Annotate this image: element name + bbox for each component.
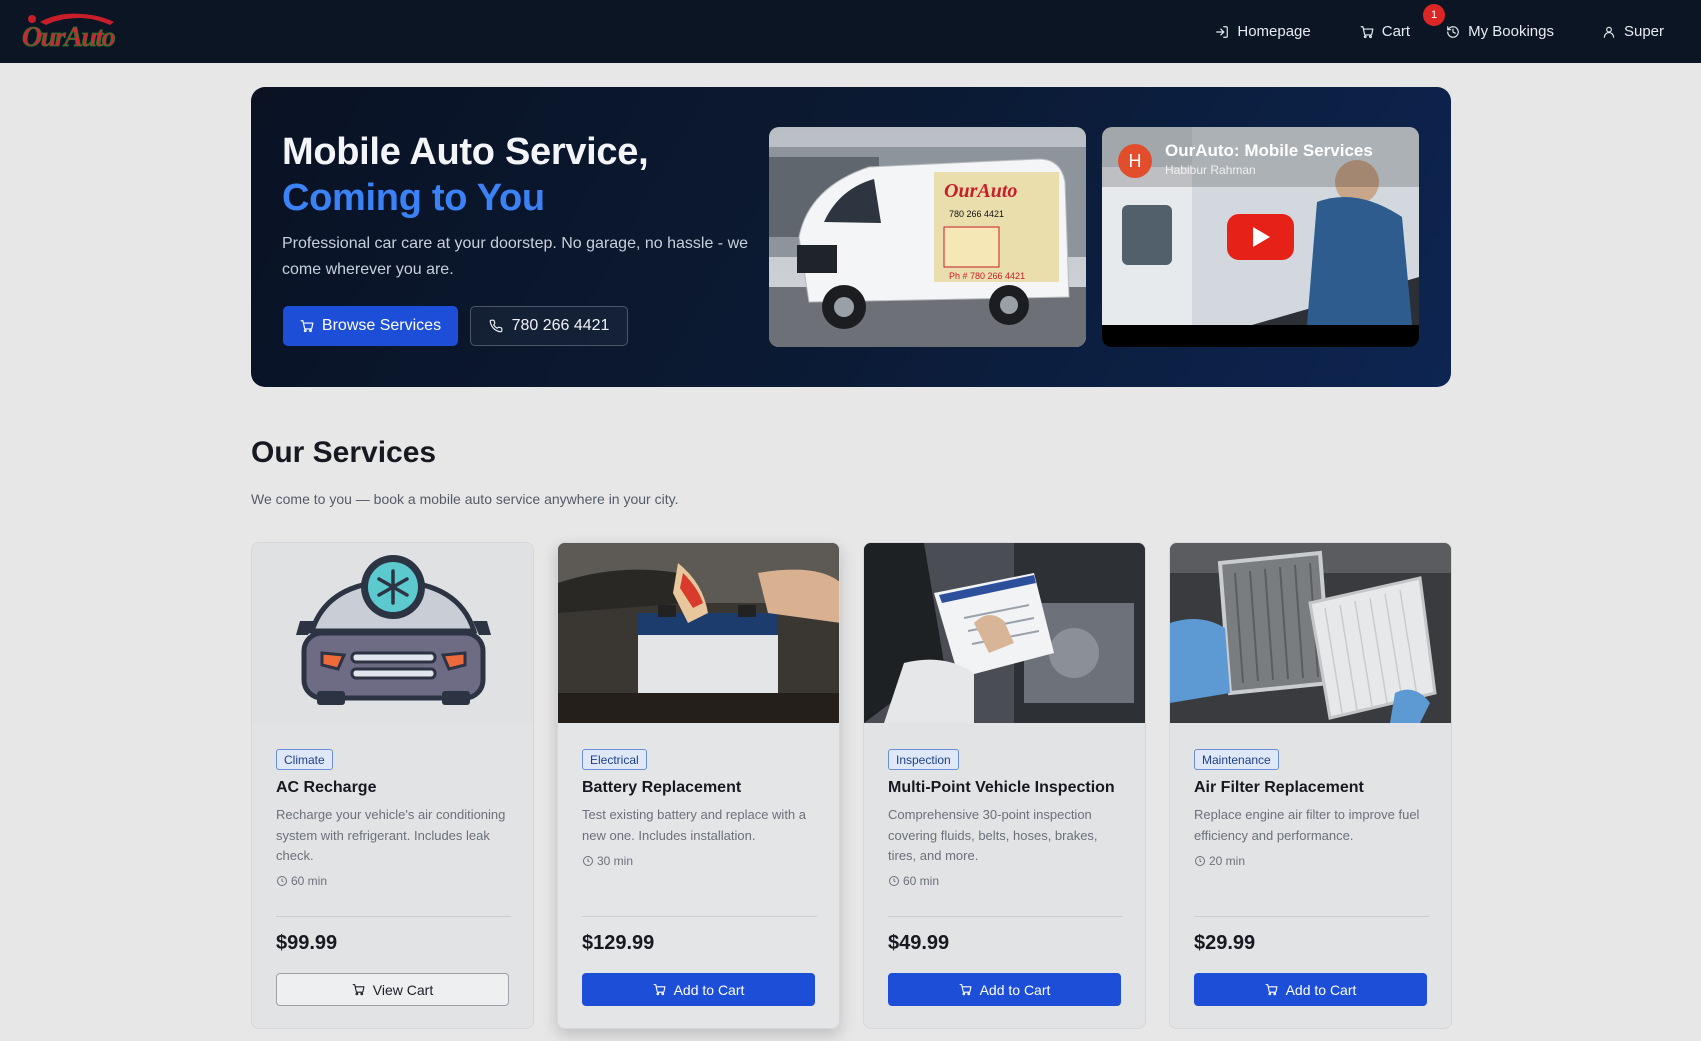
cart-icon [653, 984, 666, 996]
cart-icon [300, 320, 314, 333]
play-button-icon[interactable] [1227, 214, 1294, 260]
service-van-image: OurAuto 780 266 4421 Ph # 780 266 4421 [769, 127, 1086, 347]
phone-number-label: 780 266 4421 [511, 317, 610, 334]
service-name: Battery Replacement [582, 779, 742, 796]
browse-services-button[interactable]: Browse Services [283, 306, 458, 346]
add-to-cart-button[interactable]: Add to Cart [582, 973, 815, 1006]
phone-icon [489, 319, 502, 333]
nav-cart-label: Cart [1381, 23, 1411, 40]
cart-icon [352, 984, 365, 996]
nav-user-menu[interactable]: Super [1602, 23, 1664, 40]
clock-icon [889, 876, 899, 886]
nav-user-label: Super [1623, 23, 1664, 40]
card-divider [582, 916, 817, 917]
youtube-video-embed[interactable]: H OurAuto: Mobile Services Habibur Rahma… [1102, 127, 1419, 347]
service-duration: 30 min [582, 854, 633, 868]
service-price: $129.99 [582, 932, 655, 954]
ourauto-logo[interactable]: OurAuto [20, 8, 126, 54]
service-description: Comprehensive 30-point inspection coveri… [888, 807, 1098, 863]
hero-title-accent: Coming to You [282, 177, 545, 219]
ac-car-icon [252, 543, 533, 723]
inspection-photo [864, 543, 1145, 723]
cart-icon [1265, 984, 1278, 996]
service-price: $49.99 [888, 932, 950, 954]
card-divider [1194, 916, 1429, 917]
hero-title: Mobile Auto Service, [282, 131, 649, 173]
duration-text: 20 min [1209, 854, 1246, 868]
cart-count-badge: 1 [1423, 4, 1446, 26]
button-label: Add to Cart [1285, 981, 1357, 998]
air-filter-photo [1170, 543, 1451, 723]
service-duration: 60 min [276, 874, 327, 888]
service-description: Test existing battery and replace with a… [582, 807, 807, 843]
video-title: OurAuto: Mobile Services [1165, 141, 1373, 160]
services-subtitle: We come to you — book a mobile auto serv… [251, 491, 679, 507]
van-logo-text: OurAuto [944, 180, 1017, 202]
button-label: Add to Cart [979, 981, 1051, 998]
card-divider [276, 916, 511, 917]
duration-text: 60 min [291, 874, 328, 888]
login-icon [1216, 25, 1229, 38]
user-icon [1603, 26, 1615, 38]
call-phone-button[interactable]: 780 266 4421 [470, 306, 628, 346]
category-badge: Electrical [582, 749, 647, 770]
service-name: AC Recharge [276, 779, 377, 796]
browse-services-label: Browse Services [321, 317, 442, 334]
service-name: Multi-Point Vehicle Inspection [888, 779, 1115, 796]
nav-my-bookings[interactable]: My Bookings [1446, 23, 1554, 40]
add-to-cart-button[interactable]: Add to Cart [888, 973, 1121, 1006]
category-badge: Inspection [888, 749, 959, 770]
service-description: Replace engine air filter to improve fue… [1194, 807, 1420, 843]
service-price: $99.99 [276, 932, 338, 954]
view-cart-button[interactable]: View Cart [276, 973, 509, 1006]
card-divider [888, 916, 1123, 917]
category-badge: Climate [276, 749, 333, 770]
history-icon [1447, 25, 1459, 38]
nav-bookings-label: My Bookings [1468, 23, 1554, 40]
category-badge: Maintenance [1194, 749, 1279, 770]
video-author: Habibur Rahman [1165, 163, 1256, 177]
services-title: Our Services [251, 436, 437, 469]
hero-subtitle: Professional car care at your doorstep. … [282, 235, 749, 278]
add-to-cart-button[interactable]: Add to Cart [1194, 973, 1427, 1006]
service-card-battery-replacement: Electrical Battery Replacement Test exis… [557, 542, 840, 1029]
clock-icon [583, 856, 593, 866]
svg-text:OurAuto: OurAuto [22, 22, 116, 53]
service-price: $29.99 [1194, 932, 1256, 954]
nav-homepage[interactable]: Homepage [1215, 23, 1311, 40]
cart-icon [959, 984, 972, 996]
cart-icon [1360, 25, 1374, 38]
service-card-air-filter-replacement: Maintenance Air Filter Replacement Repla… [1169, 542, 1452, 1029]
top-navbar: OurAuto Homepage Cart 1 My Bookings Supe… [0, 0, 1701, 63]
van-phone-ph-text: Ph # 780 266 4421 [949, 271, 1025, 281]
van-phone-text: 780 266 4421 [949, 209, 1004, 219]
clock-icon [277, 876, 287, 886]
service-duration: 60 min [888, 874, 939, 888]
service-duration: 20 min [1194, 854, 1245, 868]
service-card-ac-recharge: Climate AC Recharge Recharge your vehicl… [251, 542, 534, 1029]
nav-homepage-label: Homepage [1237, 23, 1311, 40]
service-name: Air Filter Replacement [1194, 779, 1364, 796]
nav-links: Homepage Cart 1 My Bookings Super [1215, 0, 1664, 63]
duration-text: 60 min [903, 874, 940, 888]
video-channel-avatar: H [1118, 144, 1152, 178]
hero-banner: Mobile Auto Service, Coming to You Profe… [251, 87, 1451, 387]
clock-icon [1195, 856, 1205, 866]
button-label: Add to Cart [673, 981, 745, 998]
duration-text: 30 min [597, 854, 634, 868]
service-description: Recharge your vehicle's air conditioning… [276, 807, 506, 863]
button-label: View Cart [372, 981, 434, 998]
battery-photo [558, 543, 839, 723]
nav-cart[interactable]: Cart 1 [1360, 4, 1446, 40]
service-card-multi-point-inspection: Inspection Multi-Point Vehicle Inspectio… [863, 542, 1146, 1029]
